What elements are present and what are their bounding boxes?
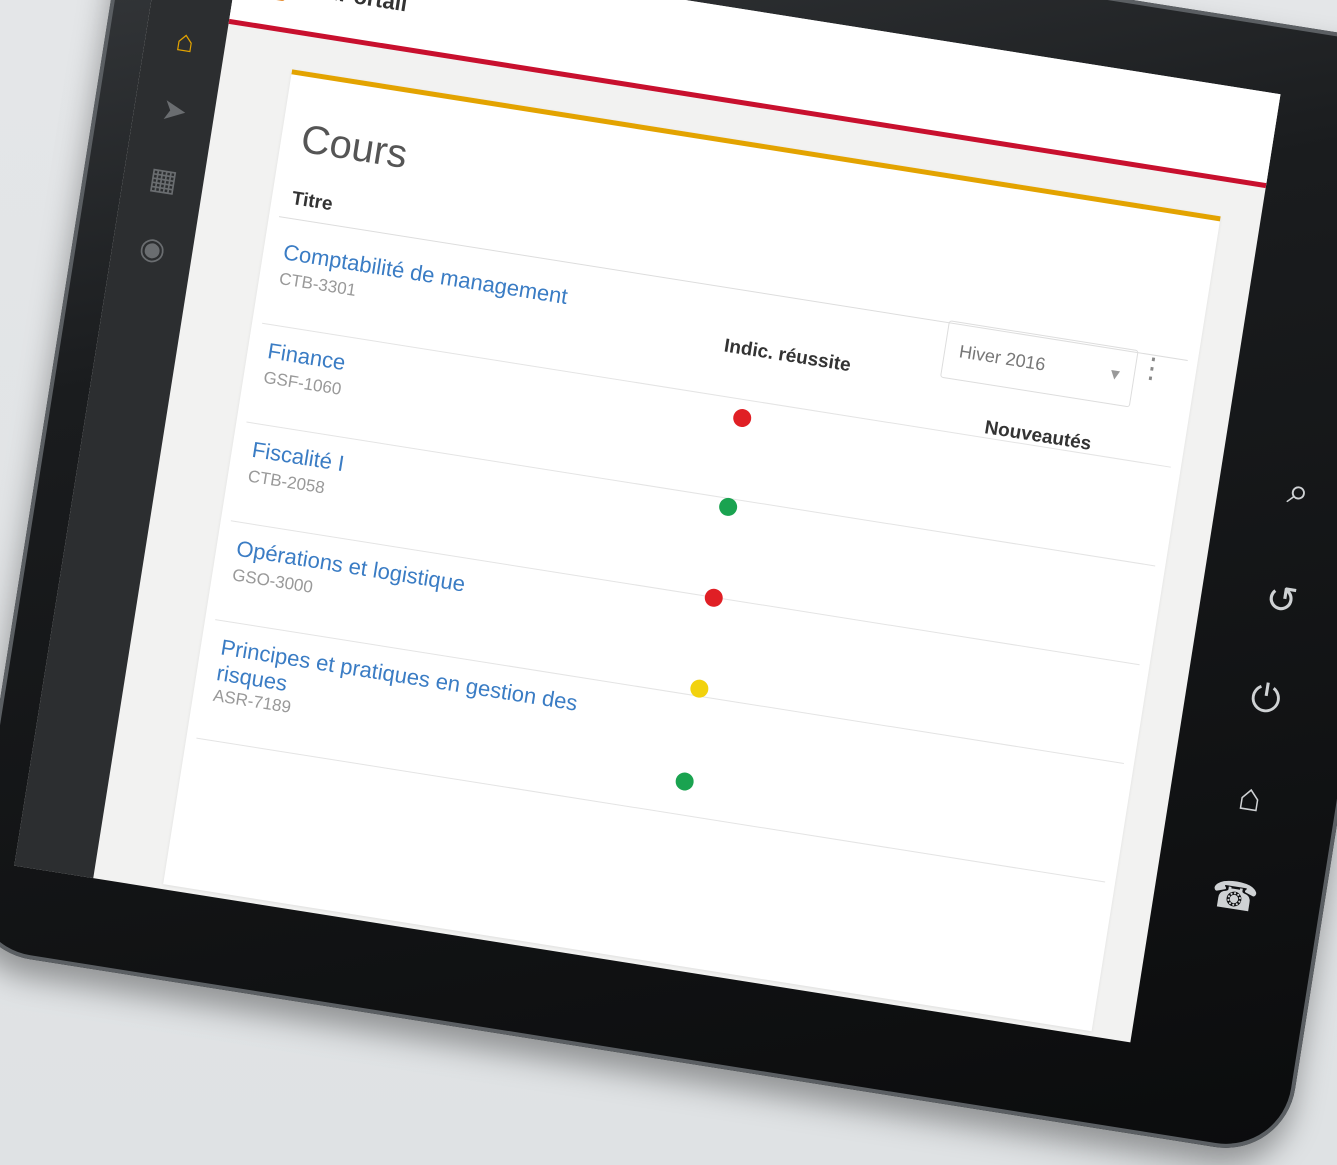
power-icon[interactable]: ⏻ bbox=[1231, 665, 1300, 734]
eye-icon[interactable]: ◉ bbox=[129, 227, 175, 273]
tag-icon[interactable]: ➤ bbox=[151, 89, 197, 135]
home-icon[interactable]: ⌂ bbox=[1216, 764, 1285, 833]
page-title: Cours bbox=[298, 116, 411, 178]
calendar-icon[interactable]: ▦ bbox=[140, 158, 186, 204]
brand-logo-icon bbox=[253, 0, 290, 2]
tablet-device: ⌂ ➤ ▦ ◉ monPortail Cours Hiver 2016 ▾ ⋮ bbox=[0, 0, 1337, 1158]
brand-name: monPortail bbox=[295, 0, 409, 17]
back-icon[interactable]: ↺ bbox=[1247, 566, 1316, 635]
brand[interactable]: monPortail bbox=[253, 0, 409, 20]
phone-icon[interactable]: ☎ bbox=[1200, 863, 1269, 932]
courses-card: Cours Hiver 2016 ▾ ⋮ Titre Indic. réussi… bbox=[163, 69, 1221, 1032]
status-indicator bbox=[674, 771, 695, 792]
scene: ⌂ ➤ ▦ ◉ monPortail Cours Hiver 2016 ▾ ⋮ bbox=[0, 0, 1337, 1165]
search-icon[interactable]: ⌕ bbox=[1264, 458, 1333, 527]
tablet-screen: ⌂ ➤ ▦ ◉ monPortail Cours Hiver 2016 ▾ ⋮ bbox=[14, 0, 1281, 1043]
home-icon[interactable]: ⌂ bbox=[162, 19, 208, 65]
column-header-title[interactable]: Titre bbox=[290, 188, 334, 216]
